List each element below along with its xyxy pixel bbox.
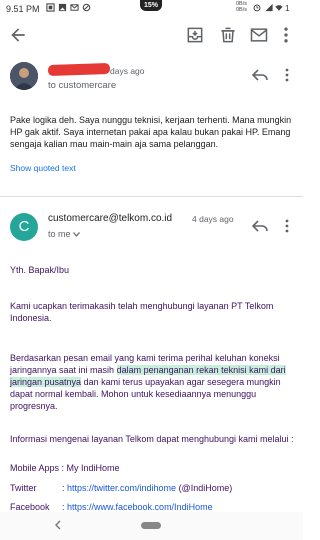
reply-icon[interactable] xyxy=(252,68,268,82)
wifi-icon xyxy=(275,5,283,11)
paragraph-thanks: Kami ucapkan terimakasih telah menghubun… xyxy=(10,301,274,323)
mail-icon[interactable] xyxy=(249,25,269,45)
facebook-link[interactable]: https://www.facebook.com/IndiHome xyxy=(67,502,213,512)
message-time: 4 days ago xyxy=(192,214,234,224)
system-navigation-bar xyxy=(0,512,303,540)
recipient-line[interactable]: to customercare xyxy=(48,80,116,91)
back-arrow-icon[interactable] xyxy=(8,25,28,45)
show-quoted-text-link[interactable]: Show quoted text xyxy=(10,163,76,173)
status-time: 9.51 PM xyxy=(6,4,40,14)
sync-icon xyxy=(82,3,91,12)
recipient-line[interactable]: to me xyxy=(48,229,80,239)
delete-icon[interactable] xyxy=(218,25,238,45)
paragraph-status: Berdasarkan pesan email yang kami terima… xyxy=(10,353,286,411)
nav-home-pill[interactable] xyxy=(141,522,161,529)
app-notification-icon xyxy=(46,3,55,12)
mail-notification-icon xyxy=(70,4,79,11)
person-photo-icon xyxy=(10,62,38,90)
signal-icon xyxy=(265,3,273,12)
paragraph-info: Informasi mengenai layanan Telkom dapat … xyxy=(10,434,294,444)
sender-avatar[interactable] xyxy=(10,62,38,90)
nav-back-icon[interactable] xyxy=(54,520,62,530)
greeting-text: Yth. Bapak/Ibu xyxy=(10,265,70,275)
message-time: days ago xyxy=(110,66,145,76)
contact-twitter-row: Twitter: https://twitter.com/indihome (@… xyxy=(10,483,233,493)
more-vert-icon[interactable] xyxy=(279,25,293,45)
more-vert-icon[interactable] xyxy=(285,219,289,233)
sender-email[interactable]: customercare@telkom.co.id xyxy=(48,213,172,224)
toolbar xyxy=(0,18,303,52)
network-speed: 0B/s 0B/s xyxy=(236,1,248,13)
status-right-label: 1 xyxy=(285,4,290,13)
image-notification-icon xyxy=(58,3,67,12)
redacted-sender-name xyxy=(47,62,111,77)
more-vert-icon[interactable] xyxy=(285,68,289,82)
battery-percent-badge: 15% xyxy=(140,0,162,11)
twitter-link[interactable]: https://twitter.com/indihome xyxy=(67,483,176,493)
message-body: Pake logika deh. Saya nunggu teknisi, ke… xyxy=(10,115,292,149)
reply-icon[interactable] xyxy=(252,219,268,233)
chevron-down-icon xyxy=(73,232,80,237)
alarm-icon xyxy=(253,4,261,12)
message-divider xyxy=(0,196,303,197)
status-bar: 9.51 PM 15% 0B/s 0B/s 1 xyxy=(0,0,303,18)
sender-avatar[interactable]: C xyxy=(10,213,38,241)
archive-icon[interactable] xyxy=(185,25,205,45)
contact-mobile-row: Mobile Apps : My IndiHome xyxy=(10,463,120,473)
